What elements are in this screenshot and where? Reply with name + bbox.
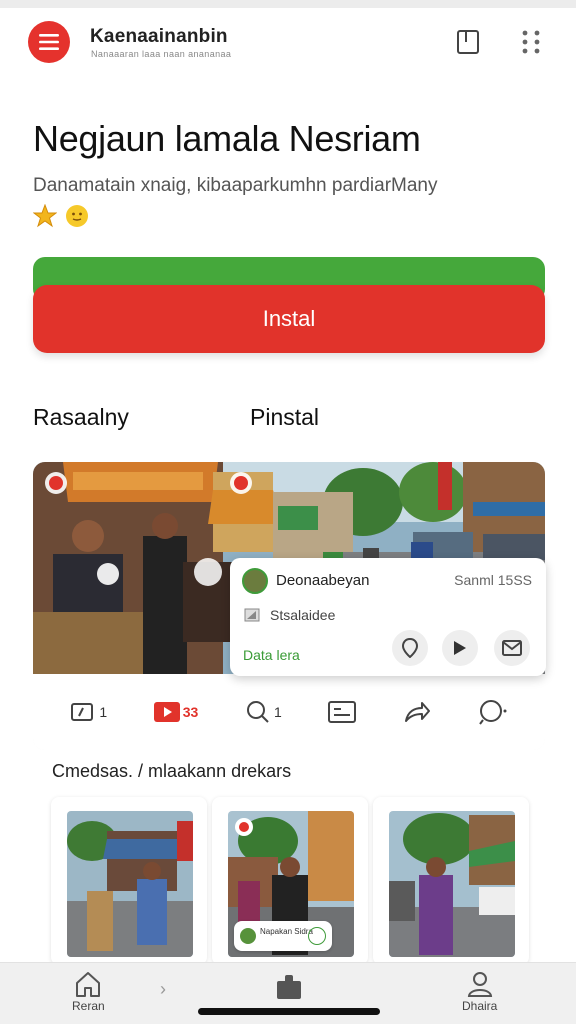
book-button[interactable] (451, 25, 485, 59)
video-play-icon (153, 702, 180, 722)
install-area: Instal (33, 257, 545, 355)
status-strip (0, 0, 576, 8)
app-header: Kaenaainanbin Nanaaaran laaa naan ananan… (0, 8, 576, 78)
home-indicator[interactable] (198, 1008, 380, 1015)
image-action[interactable] (328, 701, 357, 723)
check-icon (308, 927, 326, 945)
profile-icon (467, 972, 492, 997)
thumbnail-image (389, 811, 515, 957)
menu-button[interactable] (28, 21, 70, 63)
thumbnail-card[interactable] (373, 797, 529, 965)
tab-pinstal[interactable]: Pinstal (250, 404, 319, 431)
nav-profile[interactable]: Dhaira (462, 969, 497, 1013)
search-action[interactable]: 1 (245, 699, 282, 725)
section-heading: Cmedsas. / mlaakann drekars (52, 761, 292, 781)
comment-action[interactable]: 1 (70, 701, 107, 723)
location-button[interactable] (392, 630, 428, 666)
post-info-popover[interactable]: Deonaabeyan Sanml 15SS Stsalaidee Data l… (230, 558, 546, 676)
share-icon (404, 702, 430, 722)
video-action[interactable]: 33 (153, 702, 199, 722)
search-icon (246, 701, 269, 723)
author-name: Deonaabeyan (276, 572, 370, 589)
post-action-bar: 1 33 1 (33, 674, 545, 750)
comment-box-icon (71, 703, 94, 721)
page-subtitle: Danamatain xnaig, kibaaparkumhn pardiarM… (33, 175, 438, 196)
shop-bag-icon (277, 975, 301, 999)
thumbnail-image (67, 811, 193, 957)
image-icon (328, 701, 357, 723)
hamburger-icon (39, 34, 59, 50)
nav-home[interactable]: Reran (72, 969, 105, 1013)
thumbnail-info-pill[interactable]: Napakan Sidra (234, 921, 332, 951)
data-link[interactable]: Data lera (243, 647, 300, 663)
nav-profile-label: Dhaira (462, 999, 498, 1013)
tag-icon (244, 608, 260, 622)
play-icon (454, 641, 466, 655)
avatar (240, 928, 256, 944)
nav-shop[interactable] (275, 973, 303, 1001)
tab-rasaalny[interactable]: Rasaalny (33, 404, 129, 431)
chat-action[interactable] (478, 699, 508, 725)
post-meta: Sanml 15SS (454, 572, 532, 588)
mail-button[interactable] (494, 630, 530, 666)
thumbnail-card[interactable]: Napakan Sidra (212, 797, 368, 965)
home-icon (76, 972, 101, 997)
thumbnail-card[interactable] (51, 797, 207, 965)
chevron-right-icon: › (160, 979, 166, 999)
more-vertical-icon (522, 30, 540, 54)
avatar[interactable] (242, 568, 268, 594)
share-action[interactable] (403, 700, 431, 724)
install-button[interactable]: Instal (33, 285, 545, 353)
chat-icon (478, 700, 507, 725)
app-name: Kaenaainanbin (90, 26, 228, 47)
mail-icon (502, 640, 522, 656)
thumbnail-caption: Napakan Sidra (260, 927, 313, 936)
star-emoji-icon (33, 204, 57, 228)
thumbnail-grid: Napakan Sidra (36, 797, 544, 965)
location-pin-icon (402, 638, 418, 658)
search-count: 1 (273, 704, 282, 720)
nav-home-label: Reran (72, 999, 105, 1013)
post-subtitle: Stsalaidee (270, 607, 336, 623)
video-count: 33 (182, 704, 199, 720)
book-icon (457, 30, 479, 54)
more-button[interactable] (514, 25, 548, 59)
comment-count: 1 (99, 704, 108, 720)
page-title: Negjaun lamala Nesriam (33, 118, 421, 159)
play-button[interactable] (442, 630, 478, 666)
app-tagline: Nanaaaran laaa naan anananaa (91, 49, 232, 59)
smiley-emoji-icon (65, 204, 89, 228)
emoji-row (33, 204, 89, 228)
